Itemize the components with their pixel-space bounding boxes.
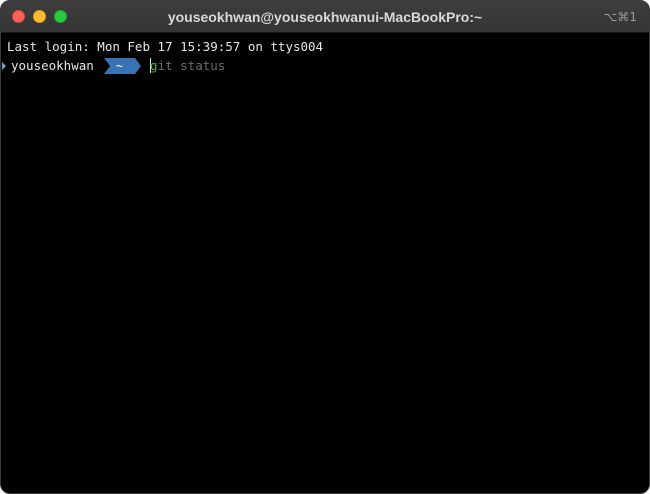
terminal-output[interactable]: Last login: Mon Feb 17 15:39:57 on ttys0… [2,37,643,489]
prompt-user: youseokhwan [11,58,94,73]
window-shortcut-label: ⌥⌘1 [603,10,637,24]
command-autosuggestion: it status [157,58,226,73]
command-input[interactable]: g it status [150,56,225,75]
command-typed-text: g [150,58,158,73]
prompt-path-segment: ~ [103,57,142,74]
window-title: youseokhwan@youseokhwanui-MacBookPro:~ [167,9,483,25]
last-login-line: Last login: Mon Feb 17 15:39:57 on ttys0… [7,39,324,54]
prompt-arrow-icon [2,61,6,70]
title-bar[interactable]: youseokhwan@youseokhwanui-MacBookPro:~ ⌥… [1,1,649,33]
prompt-line: youseokhwan ~ g it status [2,56,643,75]
terminal-window: youseokhwan@youseokhwanui-MacBookPro:~ ⌥… [0,0,650,494]
